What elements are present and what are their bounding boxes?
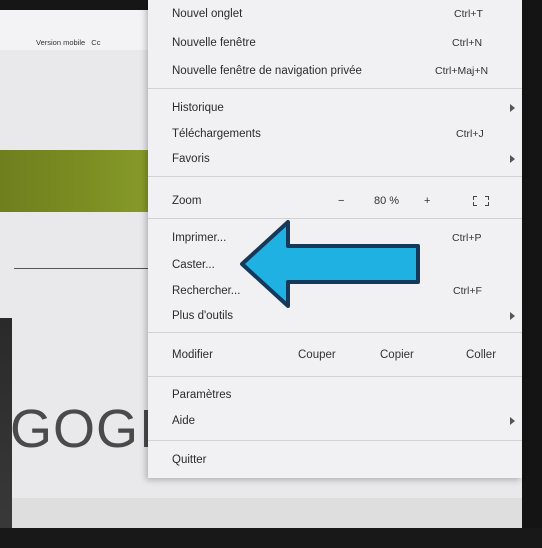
menu-item-print[interactable]: Imprimer...	[172, 229, 226, 247]
cut-button[interactable]: Couper	[298, 344, 336, 366]
menu-item-find[interactable]: Rechercher...	[172, 282, 240, 300]
zoom-out-button[interactable]: −	[338, 190, 344, 212]
page-footer-band	[12, 498, 532, 528]
shortcut-find: Ctrl+F	[453, 285, 482, 297]
arrow-shape	[240, 220, 420, 308]
menu-separator	[148, 332, 522, 333]
chevron-right-icon	[510, 312, 515, 320]
menu-item-new-window[interactable]: Nouvelle fenêtre	[172, 34, 256, 52]
paste-button[interactable]: Coller	[466, 344, 496, 366]
shortcut-new-tab: Ctrl+T	[454, 8, 483, 20]
fullscreen-corner	[473, 202, 477, 206]
menu-item-cast[interactable]: Caster...	[172, 256, 215, 274]
shortcut-new-private-window: Ctrl+Maj+N	[435, 65, 489, 77]
menu-item-help[interactable]: Aide	[172, 412, 195, 430]
menu-item-more-tools[interactable]: Plus d'outils	[172, 307, 233, 325]
menu-item-label: Quitter	[172, 454, 207, 466]
shortcut-print: Ctrl+P	[452, 232, 482, 244]
pointing-arrow-icon	[240, 220, 420, 308]
menu-item-label: Modifier	[172, 349, 213, 361]
menu-item-label: Nouvelle fenêtre de navigation privée	[172, 65, 362, 77]
menu-item-label: Nouvel onglet	[172, 8, 243, 20]
site-top-bar: Version mobile Cc	[0, 10, 150, 50]
menu-item-label: Caster...	[172, 259, 215, 271]
shortcut-downloads: Ctrl+J	[456, 128, 484, 140]
menu-separator	[148, 88, 522, 89]
menu-item-downloads[interactable]: Téléchargements	[172, 125, 261, 143]
fullscreen-icon[interactable]	[473, 196, 489, 206]
menu-item-edit: Modifier	[172, 346, 213, 364]
menu-item-label: Imprimer...	[172, 232, 227, 244]
menu-item-label: Aide	[172, 415, 196, 427]
menu-item-label: Zoom	[172, 195, 202, 207]
menu-separator	[148, 376, 522, 377]
menu-item-quit[interactable]: Quitter	[172, 451, 207, 469]
edit-row: Modifier Couper Copier Coller	[148, 344, 522, 366]
menu-item-label: Rechercher...	[172, 285, 241, 297]
zoom-level: 80 %	[374, 195, 400, 207]
version-mobile-cut-label: Cc	[91, 38, 101, 47]
version-mobile-link[interactable]: Version mobile Cc	[36, 38, 100, 47]
menu-item-history[interactable]: Historique	[172, 99, 224, 117]
menu-item-label: Nouvelle fenêtre	[172, 37, 256, 49]
menu-item-zoom: Zoom	[172, 192, 201, 210]
menu-item-label: Plus d'outils	[172, 310, 234, 322]
copy-button[interactable]: Copier	[380, 344, 414, 366]
menu-separator	[148, 176, 522, 177]
menu-item-new-tab[interactable]: Nouvel onglet	[172, 5, 242, 23]
monitor-bezel-bottom	[0, 528, 542, 548]
monitor-bezel-right	[522, 0, 542, 548]
menu-item-label: Téléchargements	[172, 128, 261, 140]
menu-item-label: Favoris	[172, 153, 210, 165]
fullscreen-corner	[485, 196, 489, 200]
fullscreen-corner	[485, 202, 489, 206]
chevron-right-icon	[510, 417, 515, 425]
menu-item-new-private-window[interactable]: Nouvelle fenêtre de navigation privée	[172, 62, 362, 80]
version-mobile-label: Version mobile	[36, 38, 86, 47]
page-divider	[14, 268, 148, 269]
menu-item-bookmarks[interactable]: Favoris	[172, 150, 210, 168]
chevron-right-icon	[510, 104, 515, 112]
menu-item-label: Historique	[172, 102, 224, 114]
fullscreen-corner	[473, 196, 477, 200]
chevron-right-icon	[510, 155, 515, 163]
menu-item-settings[interactable]: Paramètres	[172, 386, 231, 404]
shortcut-new-window: Ctrl+N	[452, 37, 483, 49]
menu-separator	[148, 440, 522, 441]
zoom-row: Zoom − 80 % +	[148, 190, 522, 212]
menu-item-label: Paramètres	[172, 389, 232, 401]
zoom-in-button[interactable]: +	[424, 190, 430, 212]
site-banner	[0, 150, 148, 212]
